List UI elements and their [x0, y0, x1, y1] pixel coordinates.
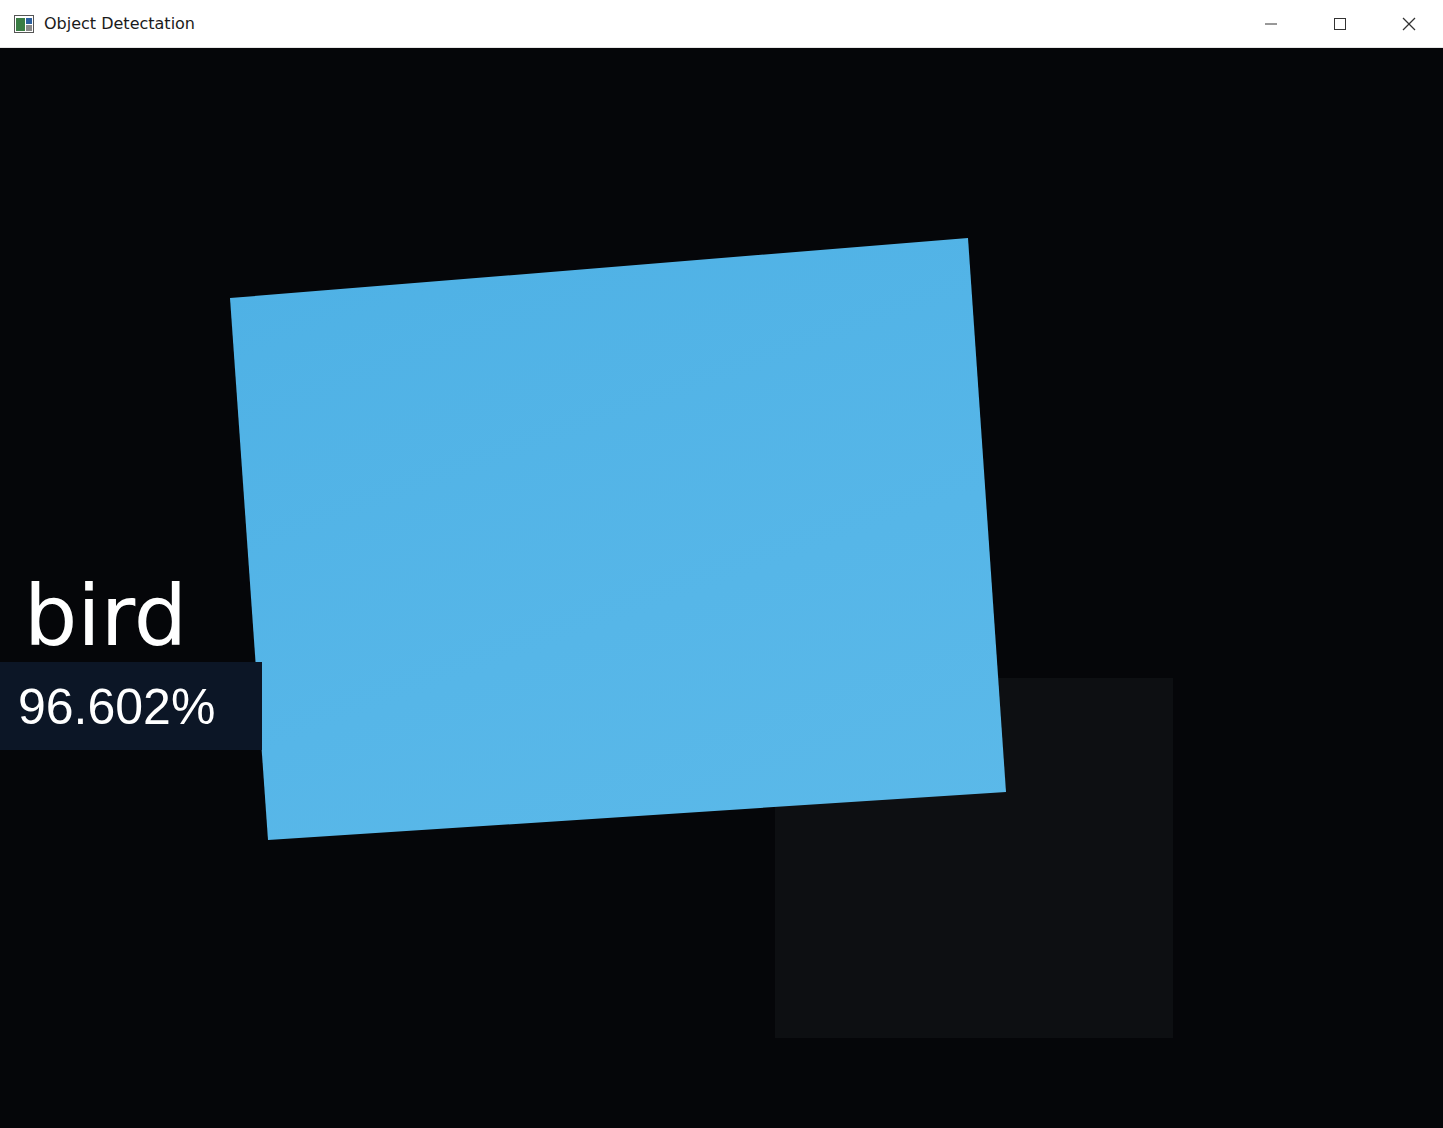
close-icon[interactable] [1374, 0, 1443, 48]
window-controls [1236, 0, 1443, 48]
camera-frame [0, 48, 1443, 1128]
video-view: bird 96.602% [0, 48, 1443, 1128]
title-bar: Object Detectation [0, 0, 1443, 48]
detection-label: bird [24, 574, 187, 658]
maximize-icon[interactable] [1305, 0, 1374, 48]
detection-confidence: 96.602% [18, 682, 215, 732]
minimize-icon[interactable] [1236, 0, 1305, 48]
app-icon [14, 15, 34, 33]
photo-print [0, 48, 1443, 1128]
window-title: Object Detectation [44, 14, 1236, 33]
